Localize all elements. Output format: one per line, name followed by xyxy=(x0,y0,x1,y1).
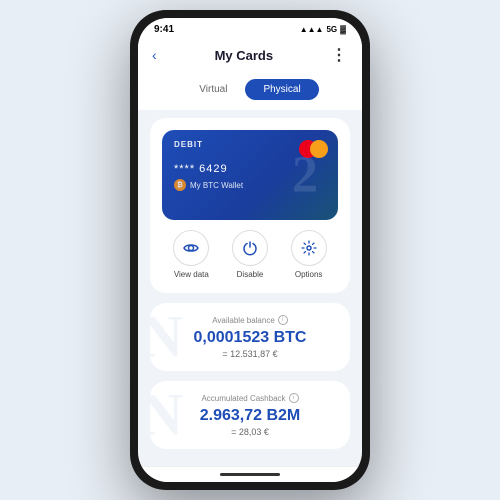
phone-inner: 9:41 ▲▲▲ 5G ▓ ‹ My Cards ⋮ Virtual Physi… xyxy=(138,18,362,482)
tab-switcher: Virtual Physical xyxy=(138,73,362,110)
view-data-icon xyxy=(173,230,209,266)
card-wallet: ₿ My BTC Wallet xyxy=(174,179,326,191)
disable-label: Disable xyxy=(237,270,264,279)
battery-icon: ▓ xyxy=(340,25,346,34)
bottom-bar xyxy=(138,466,362,482)
available-balance-label: Available balance i xyxy=(166,315,334,325)
card-watermark: 2 xyxy=(292,146,318,205)
cashback-eur: = 28,03 € xyxy=(166,427,334,437)
view-data-label: View data xyxy=(174,270,209,279)
balance-watermark: N xyxy=(150,303,183,371)
info-icon-cashback[interactable]: i xyxy=(289,393,299,403)
cashback-amount: 2.963,72 B2M xyxy=(166,407,334,425)
wallet-label: My BTC Wallet xyxy=(190,181,243,190)
available-balance-eur: = 12.531,87 € xyxy=(166,349,334,359)
available-balance-section: N Available balance i 0,0001523 BTC = 12… xyxy=(150,303,350,371)
home-indicator xyxy=(220,473,280,476)
back-button[interactable]: ‹ xyxy=(152,47,157,63)
signal-icon: ▲▲▲ xyxy=(300,25,324,34)
btc-icon: ₿ xyxy=(174,179,186,191)
card-section: DEBIT 2 **** 6429 ₿ My BTC Wallet xyxy=(150,118,350,293)
status-bar: 9:41 ▲▲▲ 5G ▓ xyxy=(138,18,362,39)
cashback-watermark: N xyxy=(150,381,183,449)
status-time: 9:41 xyxy=(154,24,174,35)
disable-icon xyxy=(232,230,268,266)
card-actions: View data Disable xyxy=(162,220,338,281)
debit-card: DEBIT 2 **** 6429 ₿ My BTC Wallet xyxy=(162,130,338,220)
available-balance-amount: 0,0001523 BTC xyxy=(166,329,334,347)
tab-virtual[interactable]: Virtual xyxy=(181,79,245,100)
options-label: Options xyxy=(295,270,323,279)
status-icons: ▲▲▲ 5G ▓ xyxy=(300,25,346,34)
menu-button[interactable]: ⋮ xyxy=(331,45,348,65)
info-icon-balance[interactable]: i xyxy=(278,315,288,325)
action-view-data[interactable]: View data xyxy=(173,230,209,279)
cashback-section: N Accumulated Cashback i 2.963,72 B2M = … xyxy=(150,381,350,449)
phone-shell: 9:41 ▲▲▲ 5G ▓ ‹ My Cards ⋮ Virtual Physi… xyxy=(130,10,370,490)
main-content: DEBIT 2 **** 6429 ₿ My BTC Wallet xyxy=(138,110,362,466)
header: ‹ My Cards ⋮ xyxy=(138,39,362,73)
action-options[interactable]: Options xyxy=(291,230,327,279)
page-title: My Cards xyxy=(215,48,274,63)
cashback-label: Accumulated Cashback i xyxy=(166,393,334,403)
tab-physical[interactable]: Physical xyxy=(245,79,318,100)
network-label: 5G xyxy=(326,25,337,34)
options-icon xyxy=(291,230,327,266)
action-disable[interactable]: Disable xyxy=(232,230,268,279)
